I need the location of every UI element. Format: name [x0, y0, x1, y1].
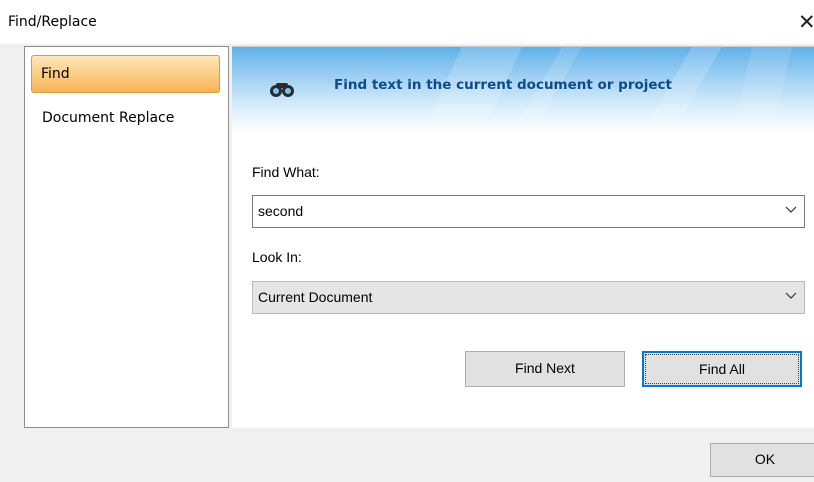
find-panel: Find text in the current document or pro…	[232, 46, 814, 428]
sidebar-item-find[interactable]: Find	[31, 55, 220, 93]
find-what-label: Find What:	[252, 164, 320, 180]
find-all-label: Find All	[645, 354, 799, 384]
ok-button[interactable]: OK	[710, 443, 814, 477]
chevron-down-icon[interactable]	[785, 292, 797, 300]
chevron-down-icon[interactable]	[785, 206, 797, 214]
window-title: Find/Replace	[8, 14, 97, 30]
sidebar-item-document-replace[interactable]: Document Replace	[31, 100, 220, 138]
title-bar: Find/Replace ✕	[0, 0, 814, 44]
find-next-button[interactable]: Find Next	[465, 351, 625, 387]
close-icon[interactable]: ✕	[798, 6, 814, 38]
look-in-value: Current Document	[258, 289, 373, 305]
sidebar-nav: Find Document Replace	[24, 46, 229, 428]
find-what-value[interactable]: second	[258, 203, 303, 219]
find-replace-dialog: Find/Replace ✕ Find Document Replace Fin…	[0, 0, 814, 482]
find-what-combobox[interactable]: second	[252, 195, 805, 228]
banner-title: Find text in the current document or pro…	[334, 77, 673, 93]
look-in-label: Look In:	[252, 249, 302, 265]
binoculars-icon	[270, 83, 294, 97]
header-banner: Find text in the current document or pro…	[232, 47, 814, 133]
look-in-select[interactable]: Current Document	[252, 281, 805, 314]
find-all-button[interactable]: Find All	[642, 351, 802, 387]
